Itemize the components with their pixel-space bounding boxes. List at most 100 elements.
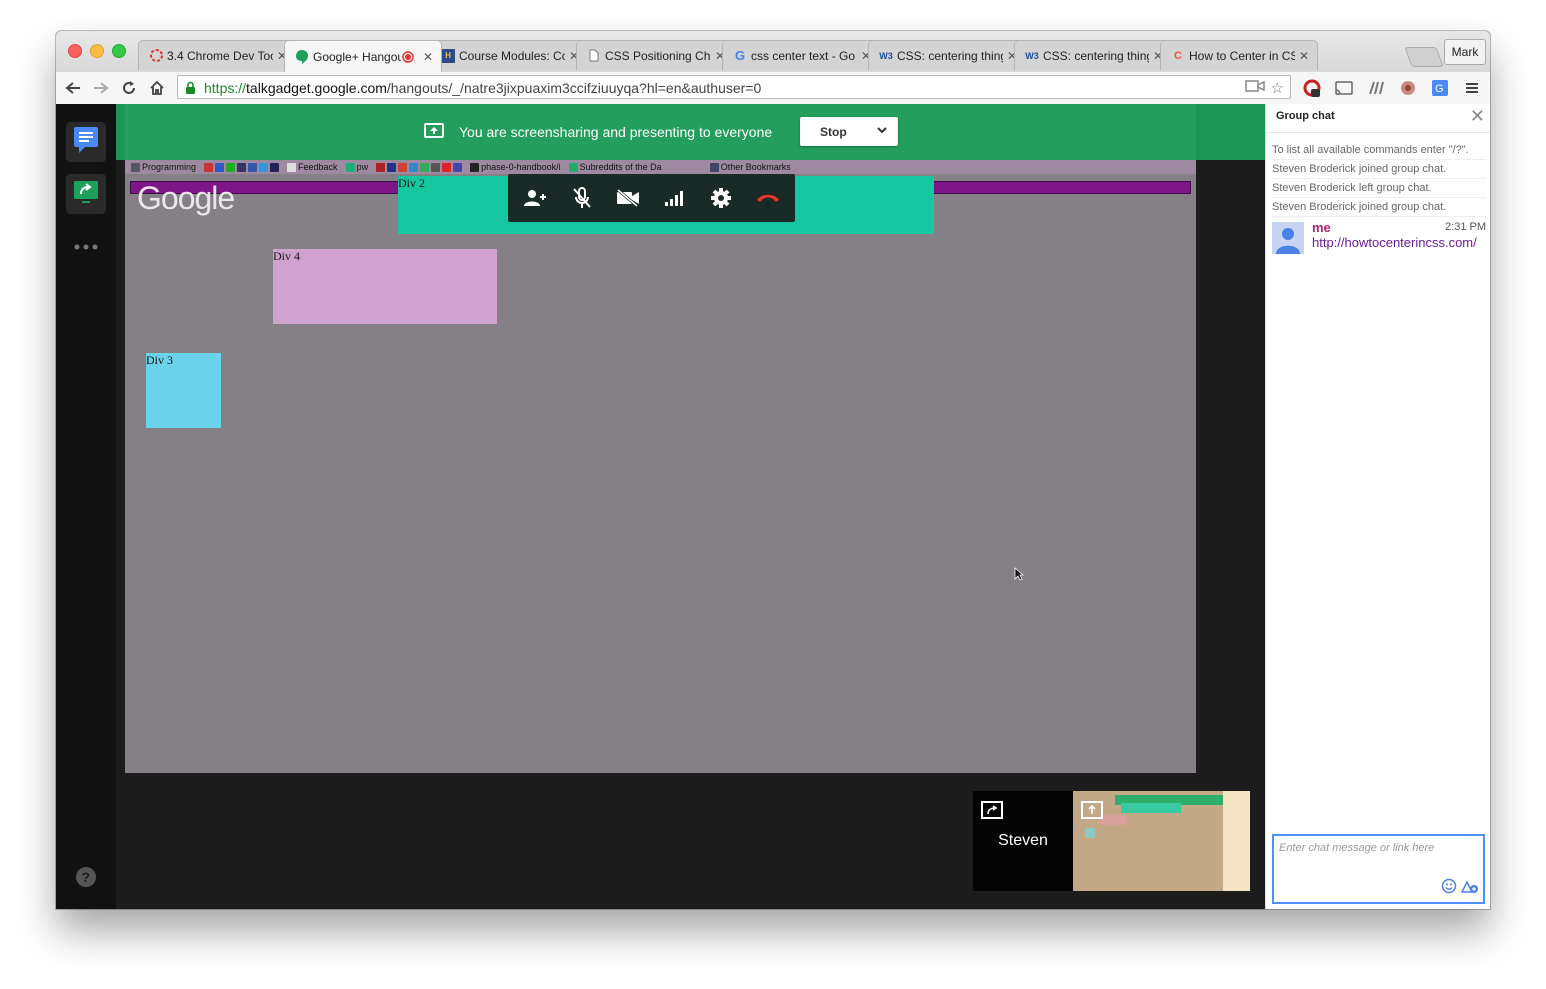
recording-indicator-icon — [401, 50, 415, 64]
tab-w3c-centering-2[interactable]: W3 CSS: centering thing ✕ — [1014, 40, 1172, 70]
tab-how-to-center[interactable]: C How to Center in CS ✕ — [1160, 40, 1318, 70]
screenshare-indicator-icon — [1081, 801, 1103, 824]
back-arrow-icon[interactable] — [62, 77, 84, 99]
forward-arrow-icon[interactable] — [90, 77, 112, 99]
address-bar-icons: ☆ — [1244, 79, 1284, 97]
reading-icon[interactable] — [1366, 78, 1386, 98]
browser-window: 3.4 Chrome Dev Tools ✕ Google+ Hangouts … — [56, 31, 1490, 909]
zoom-window-button[interactable] — [112, 44, 126, 58]
window-controls — [68, 44, 126, 58]
translate-icon[interactable]: G — [1430, 78, 1450, 98]
new-tab-button[interactable] — [1404, 47, 1444, 67]
tab-css-positioning[interactable]: CSS Positioning Ch ✕ — [576, 40, 734, 70]
reload-icon[interactable] — [118, 77, 140, 99]
participant-thumbnail-steven[interactable]: Steven — [973, 791, 1073, 891]
browser-toolbar: https://talkgadget.google.com/hangouts/_… — [56, 72, 1490, 105]
bandwidth-icon[interactable] — [658, 181, 692, 215]
tab-title: CSS: centering thing — [897, 48, 1003, 63]
course-icon: H — [441, 48, 455, 63]
tab-hangouts[interactable]: Google+ Hangouts ✕ — [284, 40, 442, 72]
screenshare-banner: You are screensharing and presenting to … — [116, 104, 1265, 160]
hang-up-icon[interactable] — [751, 181, 785, 215]
tab-chrome-devtools[interactable]: 3.4 Chrome Dev Tools ✕ — [138, 40, 296, 70]
group-chat-title: Group chat — [1276, 110, 1335, 122]
emoji-icon[interactable] — [1441, 878, 1457, 899]
bookmark-icons-group — [204, 162, 280, 172]
chevron-down-icon[interactable] — [876, 124, 888, 139]
tab-title: CSS Positioning Ch — [605, 48, 711, 63]
tab-course-modules[interactable]: H Course Modules: Co ✕ — [430, 40, 588, 70]
message-time: 2:31 PM — [1445, 221, 1486, 233]
minimize-window-button[interactable] — [90, 44, 104, 58]
bookmark-star-icon[interactable]: ☆ — [1271, 79, 1284, 97]
div4-label: Div 4 — [273, 249, 300, 263]
google-icon: G — [734, 48, 746, 63]
camera-permission-icon[interactable] — [1244, 79, 1265, 97]
call-controls-bar — [508, 174, 795, 222]
system-message: Steven Broderick left group chat. — [1272, 179, 1486, 198]
group-chat-header: Group chat ✕ — [1266, 104, 1490, 133]
share-image-icon[interactable] — [1460, 878, 1479, 899]
mute-mic-icon[interactable] — [565, 181, 599, 215]
document-icon — [587, 49, 601, 63]
google-logo: Google — [137, 180, 235, 216]
div3-box: Div 3 — [146, 353, 221, 428]
div4-box: Div 4 — [273, 249, 497, 324]
chat-input-tools — [1441, 878, 1479, 899]
menu-icon[interactable] — [1462, 78, 1482, 98]
stop-sharing-button[interactable]: Stop — [800, 117, 898, 146]
profile-button[interactable]: Mark — [1444, 39, 1486, 65]
screenshare-banner-text: You are screensharing and presenting to … — [459, 124, 773, 140]
address-bar[interactable]: https://talkgadget.google.com/hangouts/_… — [177, 75, 1291, 99]
mouse-cursor-icon — [1014, 567, 1025, 586]
bookmark-item: Subreddits of the Da — [568, 162, 662, 172]
tab-title: CSS: centering thing — [1043, 48, 1149, 63]
message-link[interactable]: http://howtocenterincss.com/ — [1312, 235, 1484, 250]
w3c-icon: W3 — [879, 50, 893, 61]
thumbnail-div4 — [1099, 815, 1127, 825]
participant-name: Steven — [998, 832, 1048, 849]
close-window-button[interactable] — [68, 44, 82, 58]
message-author: me — [1312, 220, 1331, 235]
screenshare-toggle-button[interactable] — [66, 174, 106, 214]
system-message: To list all available commands enter "/?… — [1272, 141, 1486, 160]
close-tab-icon[interactable]: ✕ — [1299, 49, 1309, 63]
more-dots-icon — [73, 237, 99, 255]
tab-google-search[interactable]: G css center text - Go ✕ — [722, 40, 880, 70]
stop-label: Stop — [820, 124, 847, 139]
chat-input-placeholder: Enter chat message or link here — [1279, 842, 1435, 854]
tab-w3c-centering-1[interactable]: W3 CSS: centering thing ✕ — [868, 40, 1026, 70]
tab-title: css center text - Go — [751, 48, 856, 63]
participant-thumbnail-self-share[interactable] — [1073, 791, 1250, 891]
screenshare-icon — [73, 180, 99, 209]
tab-title: Course Modules: Co — [459, 48, 565, 63]
close-icon[interactable]: ✕ — [1470, 106, 1485, 127]
help-icon: ? — [75, 866, 97, 893]
bookmark-item: Feedback — [287, 162, 338, 172]
help-button[interactable]: ? — [66, 859, 106, 899]
bookmark-item: phase-0-handbook/i — [470, 162, 561, 172]
tab-list: 3.4 Chrome Dev Tools ✕ Google+ Hangouts … — [138, 40, 1318, 72]
chat-toggle-button[interactable] — [66, 122, 106, 162]
camera-off-icon[interactable] — [611, 181, 645, 215]
screenshare-indicator-icon — [981, 801, 1003, 824]
thumbnail-div3 — [1085, 828, 1095, 838]
avatar — [1272, 222, 1304, 254]
present-icon — [424, 123, 444, 138]
group-chat-panel: Group chat ✕ To list all available comma… — [1265, 104, 1490, 909]
url-text: https://talkgadget.google.com/hangouts/_… — [204, 80, 762, 96]
bookmark-icons-group — [376, 162, 463, 172]
chat-message-input[interactable]: Enter chat message or link here — [1272, 834, 1485, 904]
chrome-devtools-icon — [149, 49, 163, 63]
bookmark-item: pw — [345, 162, 368, 172]
svg-text:G: G — [1435, 83, 1444, 95]
more-options-button[interactable] — [66, 226, 106, 266]
extension-red-icon[interactable] — [1302, 78, 1322, 98]
settings-gear-icon[interactable] — [704, 181, 738, 215]
home-icon[interactable] — [146, 77, 168, 99]
extension-round-icon[interactable] — [1398, 78, 1418, 98]
close-tab-icon[interactable]: ✕ — [423, 50, 433, 64]
invite-people-icon[interactable] — [518, 181, 552, 215]
cast-icon[interactable] — [1334, 78, 1354, 98]
w3c-icon: W3 — [1025, 50, 1039, 61]
